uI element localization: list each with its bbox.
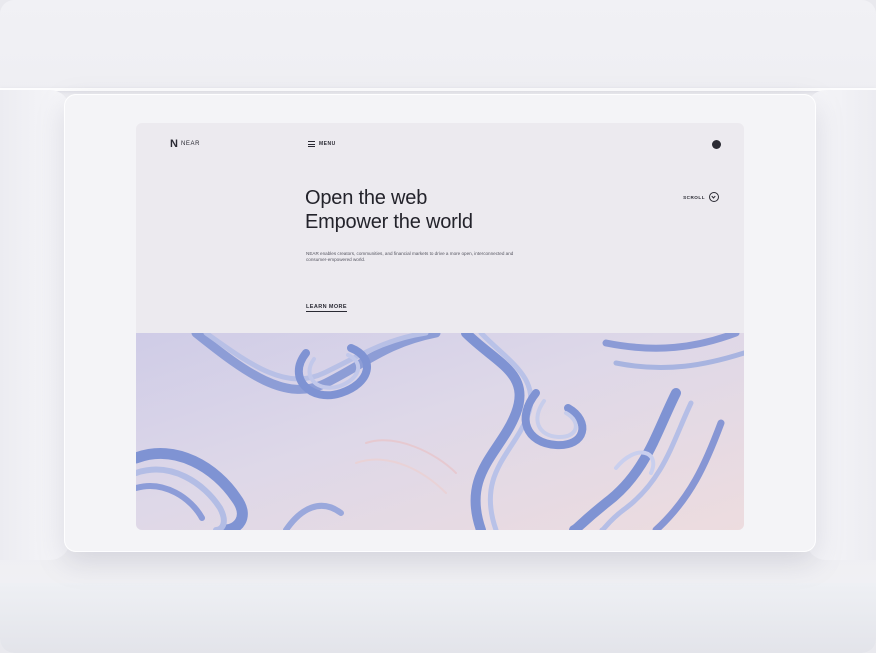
hero-title-line-2: Empower the world xyxy=(305,211,473,233)
hero-description: NEAR enables creators, communities, and … xyxy=(306,251,514,262)
scroll-button[interactable]: SCROLL xyxy=(683,192,719,202)
learn-more-link[interactable]: LEARN MORE xyxy=(306,304,347,312)
scene-background: N NEAR MENU Open the web Empower the wor… xyxy=(0,0,876,653)
near-logo-icon: N xyxy=(170,138,178,150)
backdrop-panel-left xyxy=(0,90,70,560)
hero-title: Open the web Empower the world xyxy=(305,186,473,234)
website-screen: N NEAR MENU Open the web Empower the wor… xyxy=(136,123,744,530)
artwork-svg xyxy=(136,333,744,530)
shelf-line xyxy=(0,88,876,91)
arrow-down-circle-icon xyxy=(709,192,719,202)
backdrop-panel-right xyxy=(806,90,876,560)
top-navigation: N NEAR MENU xyxy=(136,123,744,163)
menu-label: MENU xyxy=(319,141,336,147)
account-icon[interactable] xyxy=(712,140,721,149)
scroll-label: SCROLL xyxy=(683,194,705,200)
near-logo-text: NEAR xyxy=(180,141,201,147)
hero-title-line-1: Open the web xyxy=(305,187,428,209)
hamburger-icon xyxy=(308,141,315,147)
near-logo[interactable]: N NEAR xyxy=(170,138,201,150)
menu-button[interactable]: MENU xyxy=(308,141,336,147)
topographic-waves-artwork xyxy=(136,333,744,530)
floor-surface xyxy=(0,583,876,653)
